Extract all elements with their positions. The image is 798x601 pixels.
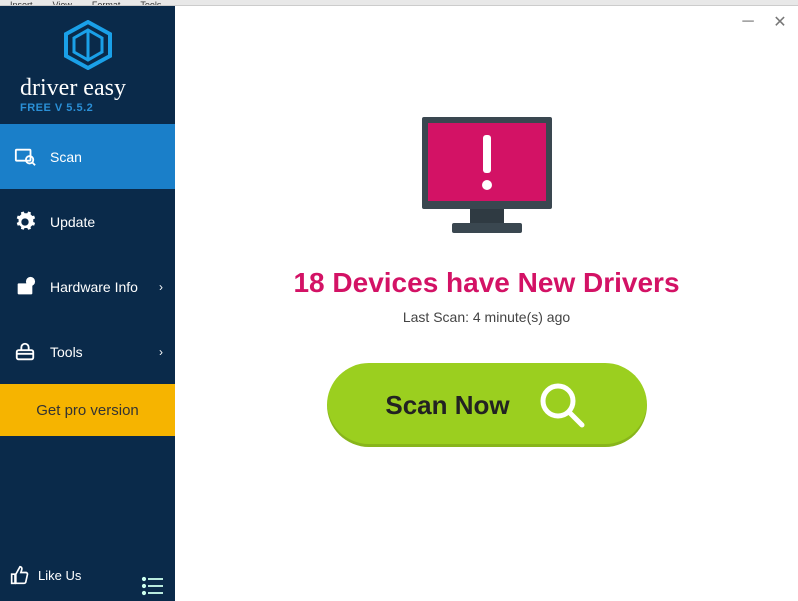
app-window: driver easy FREE V 5.5.2 Scan Update i (0, 6, 798, 601)
menubar-item[interactable]: View (53, 0, 72, 5)
window-controls: ─ ✕ (740, 14, 788, 30)
get-pro-button[interactable]: Get pro version (0, 384, 175, 436)
thumbs-up-icon (10, 565, 30, 585)
magnifier-icon (536, 379, 588, 431)
sidebar-item-label: Hardware Info (50, 279, 138, 295)
sidebar-item-tools[interactable]: Tools › (0, 319, 175, 384)
menu-icon[interactable] (141, 576, 165, 601)
chip-icon: i (14, 276, 36, 298)
scan-icon (14, 146, 36, 168)
sidebar-item-hardware-info[interactable]: i Hardware Info › (0, 254, 175, 319)
sidebar: driver easy FREE V 5.5.2 Scan Update i (0, 6, 175, 601)
brand-name: driver easy (20, 76, 155, 100)
like-us-button[interactable]: Like Us (10, 565, 81, 585)
last-scan-text: Last Scan: 4 minute(s) ago (403, 309, 570, 325)
menubar-item[interactable]: Tools (140, 0, 161, 5)
brand-version: FREE V 5.5.2 (20, 102, 155, 114)
toolbox-icon (14, 341, 36, 363)
monitor-alert-icon (412, 111, 562, 241)
menubar-item[interactable]: Format (92, 0, 121, 5)
sidebar-item-label: Tools (50, 344, 83, 360)
headline: 18 Devices have New Drivers (293, 267, 679, 299)
gear-icon (14, 211, 36, 233)
logo-icon (60, 20, 116, 70)
get-pro-label: Get pro version (36, 402, 139, 419)
logo-block: driver easy FREE V 5.5.2 (0, 6, 175, 124)
scan-now-button[interactable]: Scan Now (327, 363, 647, 447)
sidebar-item-scan[interactable]: Scan (0, 124, 175, 189)
sidebar-spacer (0, 436, 175, 555)
chevron-right-icon: › (159, 345, 163, 359)
sidebar-bottom: Like Us (0, 555, 175, 601)
sidebar-item-label: Scan (50, 149, 82, 165)
main-panel: ─ ✕ 18 Devices have New Drivers Last Sca… (175, 6, 798, 601)
main-content: 18 Devices have New Drivers Last Scan: 4… (175, 6, 798, 447)
svg-text:i: i (30, 280, 31, 286)
sidebar-item-update[interactable]: Update (0, 189, 175, 254)
like-us-label: Like Us (38, 568, 81, 583)
menubar-item[interactable]: Insert (10, 0, 33, 5)
scan-now-label: Scan Now (385, 390, 509, 421)
minimize-button[interactable]: ─ (740, 14, 756, 30)
chevron-right-icon: › (159, 280, 163, 294)
close-button[interactable]: ✕ (772, 14, 788, 30)
sidebar-item-label: Update (50, 214, 95, 230)
